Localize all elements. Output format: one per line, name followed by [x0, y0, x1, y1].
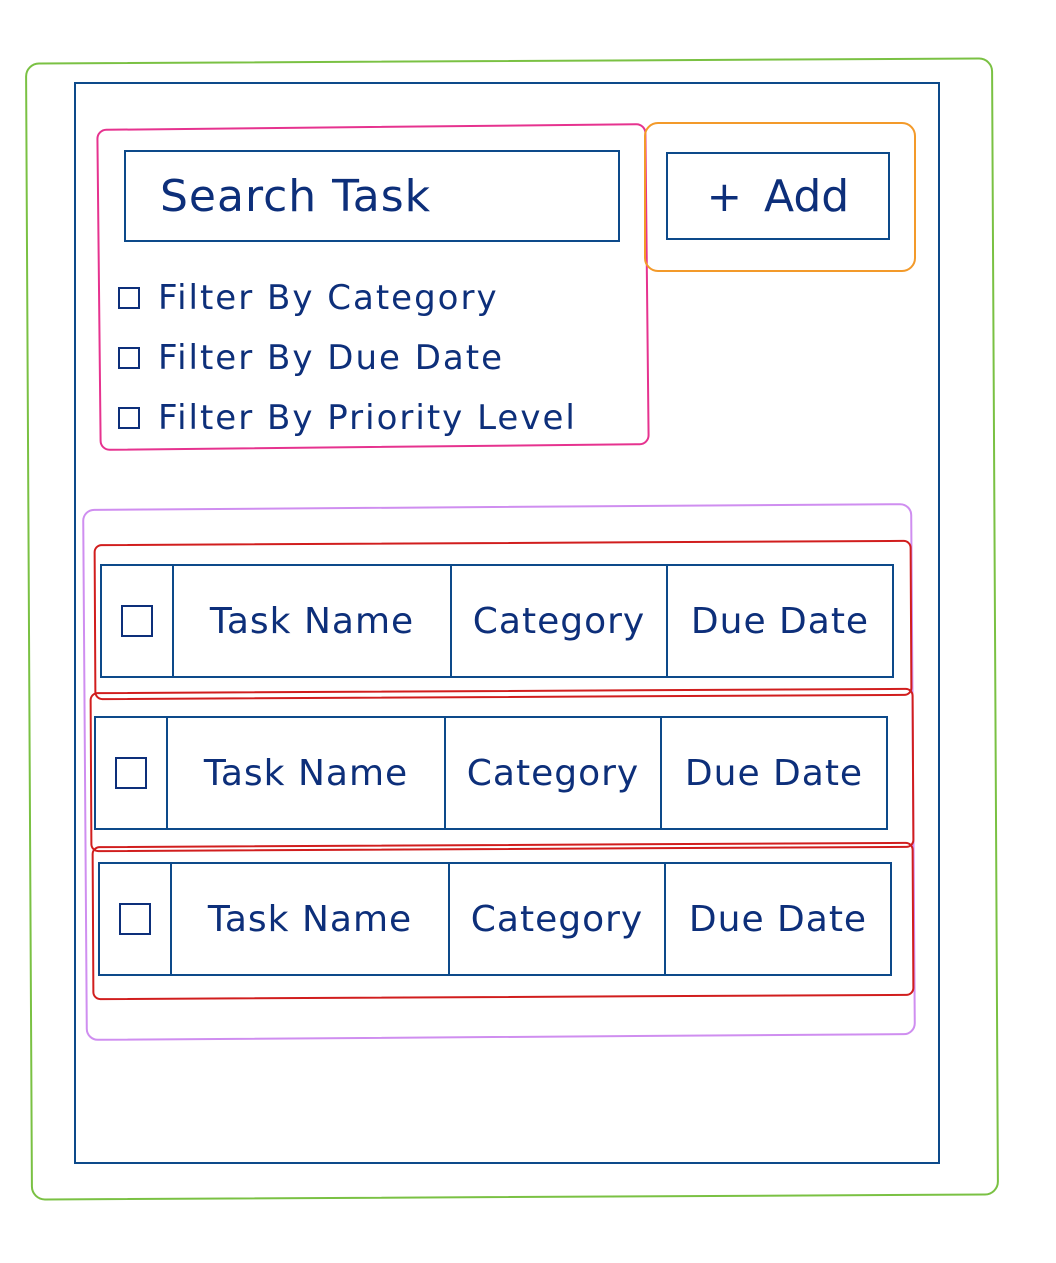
- task-category: Category: [448, 864, 664, 974]
- filter-due-date-checkbox[interactable]: [118, 347, 140, 369]
- task-row[interactable]: Task Name Category Due Date: [98, 862, 892, 976]
- filter-priority-label: Filter By Priority Level: [158, 398, 577, 438]
- plus-icon: +: [706, 171, 742, 221]
- filter-priority-checkbox[interactable]: [118, 407, 140, 429]
- task-name: Task Name: [170, 864, 448, 974]
- search-task-input[interactable]: Search Task: [124, 150, 620, 242]
- task-checkbox-cell: [100, 864, 170, 974]
- task-checkbox[interactable]: [121, 605, 153, 637]
- task-due-date: Due Date: [664, 864, 890, 974]
- filter-category-checkbox[interactable]: [118, 287, 140, 309]
- task-checkbox[interactable]: [119, 903, 151, 935]
- filter-priority-option[interactable]: Filter By Priority Level: [118, 388, 618, 448]
- task-category: Category: [450, 566, 666, 676]
- task-due-date: Due Date: [666, 566, 892, 676]
- task-checkbox[interactable]: [115, 757, 147, 789]
- filter-due-date-option[interactable]: Filter By Due Date: [118, 328, 618, 388]
- filter-category-option[interactable]: Filter By Category: [118, 268, 618, 328]
- task-category: Category: [444, 718, 660, 828]
- task-row[interactable]: Task Name Category Due Date: [100, 564, 894, 678]
- filter-due-date-label: Filter By Due Date: [158, 338, 504, 378]
- filter-category-label: Filter By Category: [158, 278, 499, 318]
- search-placeholder: Search Task: [160, 170, 432, 222]
- add-button-label: Add: [764, 170, 850, 222]
- task-name: Task Name: [166, 718, 444, 828]
- task-name: Task Name: [172, 566, 450, 676]
- filter-options: Filter By Category Filter By Due Date Fi…: [118, 268, 618, 448]
- task-checkbox-cell: [102, 566, 172, 676]
- add-task-button[interactable]: + Add: [666, 152, 890, 240]
- task-row[interactable]: Task Name Category Due Date: [94, 716, 888, 830]
- task-due-date: Due Date: [660, 718, 886, 828]
- task-checkbox-cell: [96, 718, 166, 828]
